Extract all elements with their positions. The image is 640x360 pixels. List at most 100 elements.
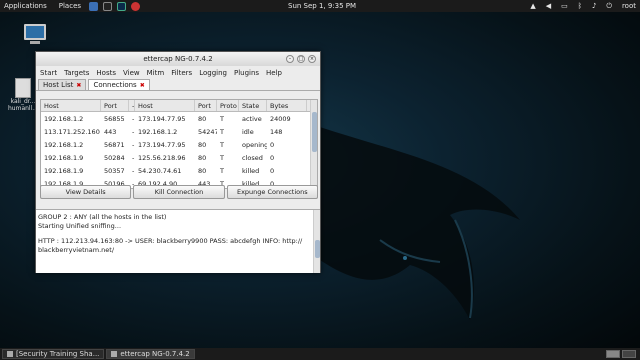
tab-host-list[interactable]: Host List ✖ bbox=[38, 79, 87, 91]
menu-view[interactable]: View bbox=[123, 69, 140, 77]
col-header-proto[interactable]: Proto bbox=[217, 100, 239, 111]
cell: closed bbox=[242, 153, 263, 162]
applications-menu[interactable]: Applications bbox=[4, 2, 47, 10]
cell: idle bbox=[242, 127, 254, 136]
taskbar-item-label: [Security Training Sha... bbox=[16, 350, 100, 358]
cell: 173.194.77.95 bbox=[138, 114, 186, 123]
power-icon[interactable]: ⏻ bbox=[606, 2, 612, 11]
expunge-connections-button[interactable]: Expunge Connections bbox=[226, 185, 318, 199]
console-scrollbar[interactable] bbox=[313, 210, 320, 273]
browser-icon[interactable] bbox=[89, 1, 99, 11]
cell: 54247 bbox=[198, 127, 217, 136]
window-title: ettercap NG-0.7.4.2 bbox=[143, 55, 213, 63]
col-header-bytes[interactable]: Bytes bbox=[267, 100, 307, 111]
menu-targets[interactable]: Targets bbox=[64, 69, 89, 77]
table-scrollbar[interactable] bbox=[310, 100, 317, 188]
terminal-icon[interactable] bbox=[103, 1, 113, 11]
console-line: blackberryvietnam.net/ bbox=[38, 246, 115, 254]
workspace-2[interactable] bbox=[622, 350, 636, 358]
close-tab-icon[interactable]: ✖ bbox=[140, 80, 145, 91]
cell: T bbox=[220, 153, 224, 162]
maximize-icon[interactable]: □ bbox=[297, 55, 305, 63]
cell: T bbox=[220, 114, 224, 123]
network-icon[interactable]: ▲ bbox=[530, 2, 535, 10]
clock[interactable]: Sun Sep 1, 9:35 PM bbox=[288, 2, 356, 10]
menu-filters[interactable]: Filters bbox=[171, 69, 192, 77]
cell: 50284 bbox=[104, 153, 125, 162]
cell: 80 bbox=[198, 114, 207, 123]
taskbar-item-label: ettercap NG-0.7.4.2 bbox=[120, 350, 190, 358]
file-desktop-icon[interactable]: kali_dr... humanll... bbox=[8, 78, 38, 112]
cell: T bbox=[220, 140, 224, 149]
cell: 80 bbox=[198, 153, 207, 162]
cell: 80 bbox=[198, 140, 207, 149]
taskbar: [Security Training Sha... ettercap NG-0.… bbox=[0, 348, 640, 360]
console-output[interactable]: GROUP 2 : ANY (all the hosts in the list… bbox=[36, 209, 320, 273]
cell: 192.168.1.2 bbox=[44, 114, 84, 123]
bluetooth-icon[interactable]: ᛒ bbox=[578, 2, 582, 10]
desktop-icon-label-1: kali_dr... bbox=[10, 98, 36, 105]
cell: T bbox=[220, 127, 224, 136]
taskbar-item-ettercap[interactable]: ettercap NG-0.7.4.2 bbox=[106, 349, 195, 359]
table-row[interactable]: 113.171.252.160 443 - 192.168.1.2 54247 … bbox=[41, 125, 317, 138]
cell: active bbox=[242, 114, 262, 123]
cell: 192.168.1.9 bbox=[44, 153, 84, 162]
menu-mitm[interactable]: Mitm bbox=[147, 69, 165, 77]
menu-hosts[interactable]: Hosts bbox=[96, 69, 116, 77]
col-header-port[interactable]: Port bbox=[101, 100, 129, 111]
console-line: HTTP : 112.213.94.163:80 -> USER: blackb… bbox=[38, 237, 303, 245]
cell: 0 bbox=[270, 140, 275, 149]
col-header-port[interactable]: Port bbox=[195, 100, 217, 111]
col-header-host[interactable]: Host bbox=[41, 100, 101, 111]
window-icon bbox=[7, 351, 13, 357]
menu-plugins[interactable]: Plugins bbox=[234, 69, 259, 77]
user-menu[interactable]: root bbox=[622, 2, 636, 10]
kali-icon[interactable] bbox=[117, 1, 127, 11]
col-header-host[interactable]: Host bbox=[135, 100, 195, 111]
cell: 113.171.252.160 bbox=[44, 127, 100, 136]
close-tab-icon[interactable]: ✖ bbox=[76, 80, 81, 91]
window-titlebar[interactable]: ettercap NG-0.7.4.2 – □ × bbox=[36, 52, 320, 66]
workspace-1[interactable] bbox=[606, 350, 620, 358]
cell: 56855 bbox=[104, 114, 125, 123]
cell: 50357 bbox=[104, 166, 125, 175]
volume-icon[interactable]: ◀ bbox=[546, 2, 551, 10]
menu-logging[interactable]: Logging bbox=[199, 69, 227, 77]
workspace-switcher bbox=[606, 350, 636, 358]
cell: 192.168.1.9 bbox=[44, 166, 84, 175]
cell: 192.168.1.2 bbox=[44, 140, 84, 149]
tab-bar: Host List ✖ Connections ✖ bbox=[36, 79, 320, 91]
tab-host-list-label: Host List bbox=[43, 80, 74, 89]
cell: 56871 bbox=[104, 140, 125, 149]
menu-help[interactable]: Help bbox=[266, 69, 282, 77]
cell: 0 bbox=[270, 153, 275, 162]
window-icon bbox=[111, 351, 118, 357]
places-menu[interactable]: Places bbox=[59, 2, 81, 10]
computer-desktop-icon[interactable] bbox=[24, 24, 46, 44]
desktop-icon-label-2: humanll... bbox=[8, 105, 38, 112]
menu-start[interactable]: Start bbox=[40, 69, 57, 77]
tab-connections[interactable]: Connections ✖ bbox=[88, 79, 150, 91]
col-header-state[interactable]: State bbox=[239, 100, 267, 111]
kill-connection-button[interactable]: Kill Connection bbox=[133, 185, 225, 199]
close-icon[interactable]: × bbox=[308, 55, 316, 63]
table-row[interactable]: 192.168.1.2 56871 - 173.194.77.95 80 T o… bbox=[41, 138, 317, 151]
top-panel: Applications Places Sun Sep 1, 9:35 PM ▲… bbox=[0, 0, 640, 12]
cell: 443 bbox=[104, 127, 117, 136]
cell: 173.194.77.95 bbox=[138, 140, 186, 149]
sound-icon[interactable]: ♪ bbox=[592, 2, 596, 10]
menubar: Start Targets Hosts View Mitm Filters Lo… bbox=[36, 66, 320, 79]
taskbar-item-security-training[interactable]: [Security Training Sha... bbox=[2, 349, 105, 359]
button-row: View Details Kill Connection Expunge Con… bbox=[40, 185, 318, 199]
battery-icon[interactable]: ▭ bbox=[561, 2, 568, 10]
app-icon[interactable] bbox=[131, 1, 141, 11]
cell: 24009 bbox=[270, 114, 291, 123]
view-details-button[interactable]: View Details bbox=[40, 185, 132, 199]
table-row[interactable]: 192.168.1.9 50357 - 54.230.74.61 80 T ki… bbox=[41, 164, 317, 177]
cell: killed bbox=[242, 166, 260, 175]
table-row[interactable]: 192.168.1.2 56855 - 173.194.77.95 80 T a… bbox=[41, 112, 317, 125]
cell: 0 bbox=[270, 166, 275, 175]
system-tray: ▲ ◀ ▭ ᛒ ♪ ⏻ root bbox=[530, 1, 636, 11]
minimize-icon[interactable]: – bbox=[286, 55, 294, 63]
table-row[interactable]: 192.168.1.9 50284 - 125.56.218.96 80 T c… bbox=[41, 151, 317, 164]
